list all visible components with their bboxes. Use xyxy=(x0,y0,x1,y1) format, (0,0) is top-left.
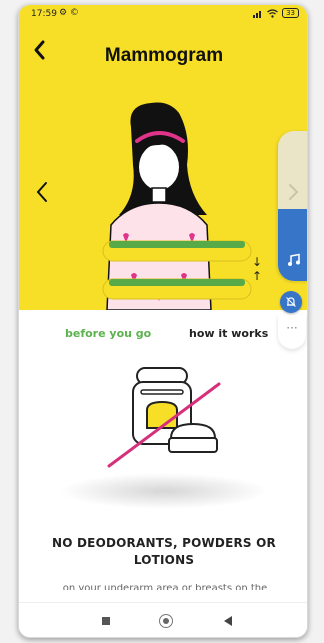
recents-button[interactable] xyxy=(102,617,110,625)
nav-back-button[interactable] xyxy=(224,616,233,626)
music-button[interactable] xyxy=(278,209,307,281)
status-time: 17:59 xyxy=(31,9,57,19)
notification-icons: ⚙ © xyxy=(59,8,79,18)
home-dot xyxy=(163,618,169,624)
woman-illustration xyxy=(102,102,252,310)
bell-icon xyxy=(286,297,296,307)
tip-title: NO DEODORANTS, POWDERS OR LOTIONS xyxy=(52,536,276,567)
reminder-button[interactable] xyxy=(280,291,302,313)
tab-before-you-go[interactable]: before you go xyxy=(65,327,151,340)
side-menu-panel xyxy=(278,131,307,281)
status-right: 33 xyxy=(253,8,299,18)
music-note-icon xyxy=(288,253,300,266)
home-button[interactable] xyxy=(159,614,173,628)
compress-arrows-icon: ↓ ↑ xyxy=(252,255,263,283)
floor-shadow xyxy=(59,473,269,509)
system-nav-bar xyxy=(19,602,307,637)
no-lotion-icon xyxy=(107,367,221,468)
previous-arrow[interactable] xyxy=(35,181,49,203)
tab-how-it-works[interactable]: how it works xyxy=(189,327,268,340)
tip-body: on your underarm area or breasts on the … xyxy=(62,584,268,590)
battery-icon: 33 xyxy=(282,8,299,18)
chevron-right-icon[interactable] xyxy=(287,183,299,201)
page-title: Mammogram xyxy=(104,45,224,66)
signal-icon xyxy=(253,10,262,18)
wifi-icon xyxy=(267,8,278,18)
phone-screen: 17:59 ⚙ © 33 Mammogram ↓ ↑ ··· before yo… xyxy=(18,4,308,638)
status-bar: 17:59 ⚙ © 33 xyxy=(19,5,307,27)
more-options-button[interactable]: ··· xyxy=(278,315,306,349)
